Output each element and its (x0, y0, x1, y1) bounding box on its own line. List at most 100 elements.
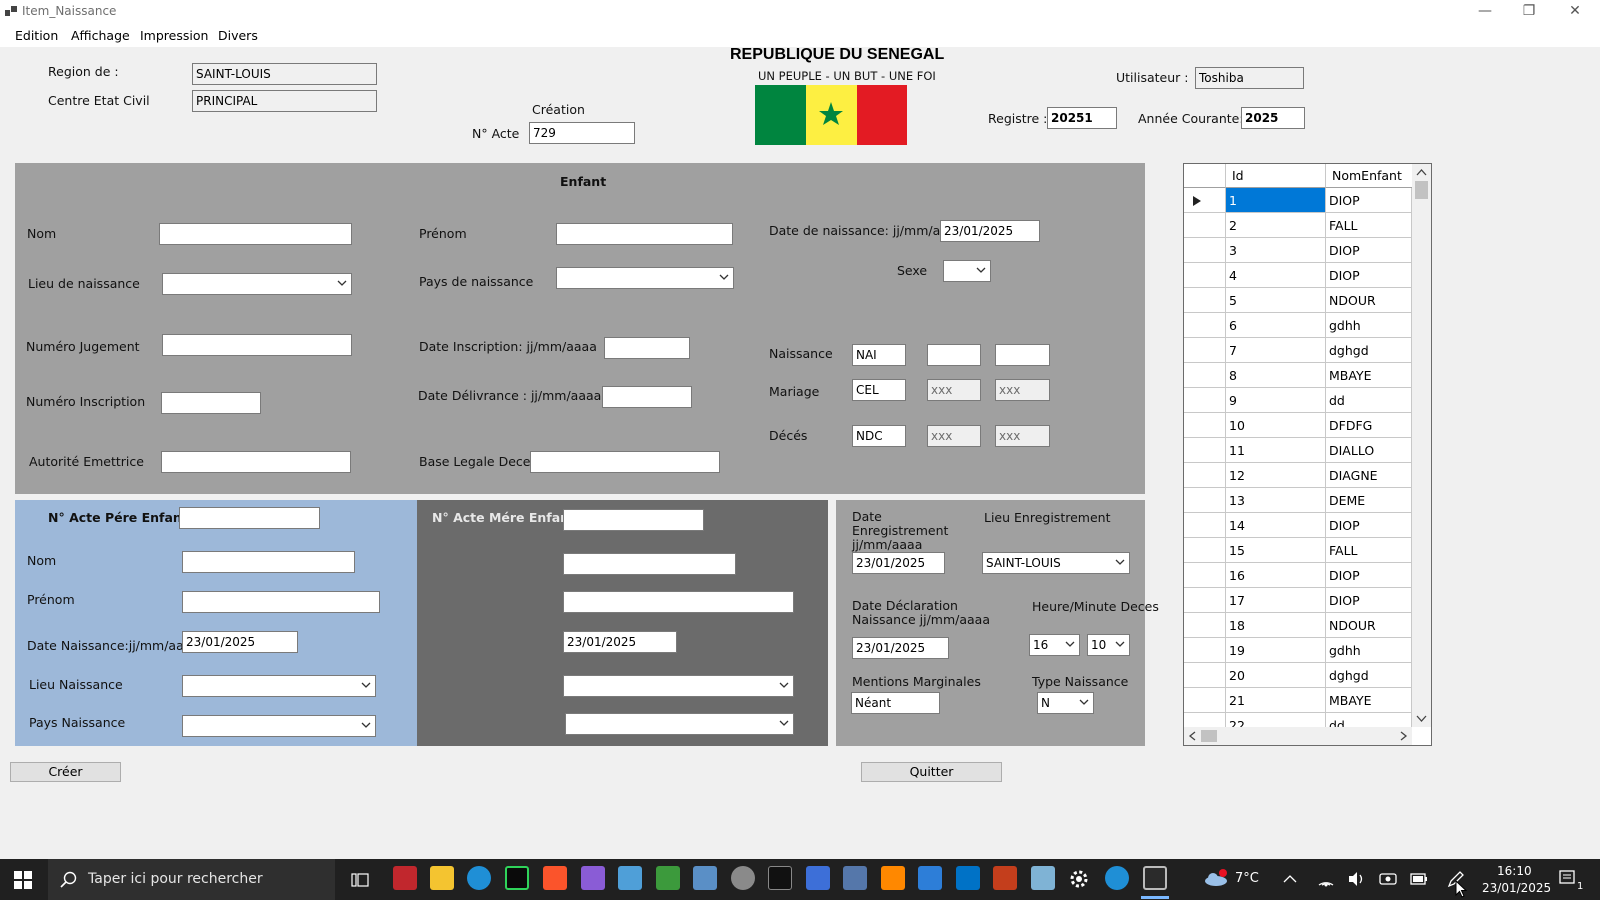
cell-id[interactable]: 20 (1226, 663, 1326, 688)
office-icon[interactable] (993, 866, 1017, 890)
windows-start-icon[interactable] (14, 871, 32, 889)
region-field[interactable]: SAINT-LOUIS (192, 63, 377, 85)
naissance-field-3[interactable] (995, 344, 1050, 366)
active-app-icon[interactable] (1143, 866, 1167, 890)
table-row[interactable]: 3 DIOP (1184, 238, 1412, 263)
cell-id[interactable]: 22 (1226, 713, 1326, 728)
naissance-code-input[interactable]: NAI (852, 344, 906, 366)
heure-select[interactable]: 16 (1029, 634, 1080, 656)
scroll-right-icon[interactable] (1398, 731, 1408, 741)
table-row[interactable]: 16 DIOP (1184, 563, 1412, 588)
mariage-code-input[interactable]: CEL (852, 379, 906, 401)
pere-date-input[interactable]: 23/01/2025 (182, 631, 298, 653)
sexe-select[interactable] (943, 260, 991, 282)
scroll-down-icon[interactable] (1416, 713, 1427, 724)
cell-nomenfant[interactable]: DIOP (1326, 513, 1412, 538)
database-icon[interactable] (693, 866, 717, 890)
command-prompt-icon[interactable] (768, 866, 792, 890)
row-header[interactable] (1184, 213, 1226, 238)
table-row[interactable]: 17 DIOP (1184, 588, 1412, 613)
menu-divers[interactable]: Divers (218, 28, 258, 43)
date-inscription-input[interactable] (604, 337, 690, 359)
table-row[interactable]: 5 NDOUR (1184, 288, 1412, 313)
cell-nomenfant[interactable]: gdhh (1326, 313, 1412, 338)
cell-nomenfant[interactable]: dghgd (1326, 338, 1412, 363)
taskbar-search-box[interactable]: Taper ici pour rechercher (48, 859, 335, 900)
horizontal-scrollbar[interactable] (1184, 727, 1412, 745)
edge-2-icon[interactable] (1105, 866, 1129, 890)
file-explorer-icon[interactable] (430, 866, 454, 890)
nom-input[interactable] (159, 223, 352, 245)
table-row[interactable]: 8 MBAYE (1184, 363, 1412, 388)
jugement-input[interactable] (162, 334, 352, 356)
table-row[interactable]: 20 dghgd (1184, 663, 1412, 688)
notepad-icon[interactable] (656, 866, 680, 890)
table-row[interactable]: 12 DIAGNE (1184, 463, 1412, 488)
cell-nomenfant[interactable]: DEME (1326, 488, 1412, 513)
row-header[interactable] (1184, 263, 1226, 288)
row-header[interactable] (1184, 688, 1226, 713)
grid-header-nomenfant[interactable]: NomEnfant (1326, 164, 1412, 188)
table-row[interactable]: 15 FALL (1184, 538, 1412, 563)
vertical-scroll-thumb[interactable] (1415, 181, 1428, 199)
horizontal-scroll-thumb[interactable] (1201, 730, 1217, 742)
cell-id[interactable]: 19 (1226, 638, 1326, 663)
table-row[interactable]: 11 DIALLO (1184, 438, 1412, 463)
row-header[interactable] (1184, 388, 1226, 413)
pere-pays-select[interactable] (182, 715, 376, 737)
pere-lieu-select[interactable] (182, 675, 376, 697)
cell-id[interactable]: 18 (1226, 613, 1326, 638)
mere-prenom-input[interactable] (563, 591, 794, 613)
task-view-icon[interactable] (351, 871, 369, 889)
notification-icon[interactable] (1558, 869, 1578, 889)
row-header[interactable] (1184, 288, 1226, 313)
minute-select[interactable]: 10 (1087, 634, 1130, 656)
network-icon[interactable] (1317, 871, 1335, 887)
pere-acte-input[interactable] (179, 507, 320, 529)
quitter-button[interactable]: Quitter (861, 762, 1002, 782)
weather-temp[interactable]: 7°C (1235, 871, 1259, 886)
table-row[interactable]: 6 gdhh (1184, 313, 1412, 338)
cell-nomenfant[interactable]: DIOP (1326, 588, 1412, 613)
cell-nomenfant[interactable]: DIOP (1326, 263, 1412, 288)
row-header[interactable] (1184, 563, 1226, 588)
deces-field-2[interactable]: xxx (927, 425, 981, 447)
date-naissance-input[interactable]: 23/01/2025 (940, 220, 1040, 242)
battery-icon[interactable] (1410, 873, 1428, 885)
mentions-input[interactable]: Néant (851, 692, 940, 714)
mariage-field-3[interactable]: xxx (995, 379, 1050, 401)
pere-prenom-input[interactable] (182, 591, 380, 613)
row-header[interactable] (1184, 513, 1226, 538)
row-header[interactable] (1184, 663, 1226, 688)
cell-nomenfant[interactable]: DIOP (1326, 563, 1412, 588)
row-header[interactable] (1184, 588, 1226, 613)
tools-icon[interactable] (618, 866, 642, 890)
cell-id[interactable]: 2 (1226, 213, 1326, 238)
mere-acte-input[interactable] (563, 509, 704, 531)
prenom-input[interactable] (556, 223, 733, 245)
volume-icon[interactable] (1348, 871, 1366, 887)
autorite-input[interactable] (161, 451, 351, 473)
cell-id[interactable]: 6 (1226, 313, 1326, 338)
meet-now-icon[interactable] (1379, 872, 1397, 886)
mere-nom-input[interactable] (563, 553, 736, 575)
table-row[interactable]: 7 dghgd (1184, 338, 1412, 363)
filezilla-icon[interactable] (393, 866, 417, 890)
row-header[interactable] (1184, 538, 1226, 563)
restore-button[interactable]: ❐ (1506, 0, 1552, 23)
row-header[interactable] (1184, 613, 1226, 638)
naissance-field-2[interactable] (927, 344, 981, 366)
base-legale-input[interactable] (530, 451, 720, 473)
mariage-field-2[interactable]: xxx (927, 379, 981, 401)
cell-nomenfant[interactable]: DIOP (1326, 188, 1412, 213)
cell-nomenfant[interactable]: DFDFG (1326, 413, 1412, 438)
cell-nomenfant[interactable]: DIAGNE (1326, 463, 1412, 488)
app-light-blue-icon[interactable] (1031, 866, 1055, 890)
date-delivrance-input[interactable] (602, 386, 692, 408)
menu-edition[interactable]: Edition (15, 28, 58, 43)
row-header[interactable] (1184, 638, 1226, 663)
terminal-green-icon[interactable] (505, 866, 529, 890)
cell-id[interactable]: 5 (1226, 288, 1326, 313)
cell-nomenfant[interactable]: dghgd (1326, 663, 1412, 688)
vlc-icon[interactable] (881, 866, 905, 890)
